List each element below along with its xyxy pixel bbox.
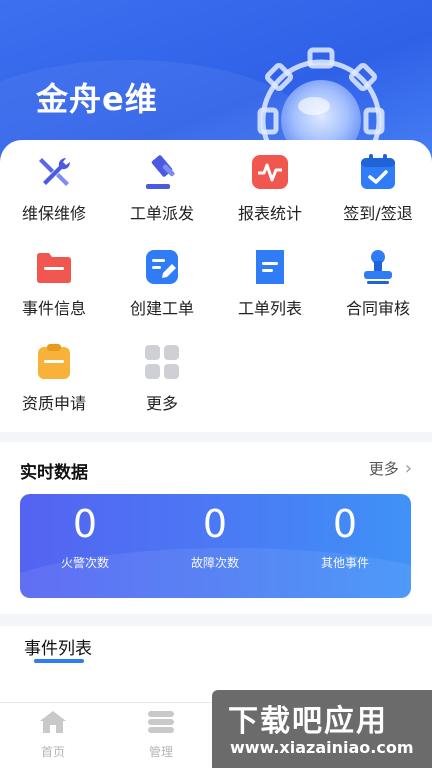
stat-caption: 其他事件 <box>320 556 369 570</box>
stat-other-events[interactable]: 0 其他事件 <box>280 494 410 571</box>
tab-home[interactable]: 首页 <box>18 709 88 760</box>
stat-value: 0 <box>72 502 98 546</box>
grid-item-qualification[interactable]: 资质申请 <box>0 340 108 435</box>
more-grid-icon <box>142 342 182 382</box>
home-icon <box>40 711 66 733</box>
stat-caption: 故障次数 <box>190 556 239 570</box>
function-grid-card: 维保维修 工单派发 报表统计 签到/签退 事件信息 创建工单 工单列表 合同审核… <box>0 140 432 432</box>
edit-doc-icon <box>142 247 182 287</box>
watermark-url: www.xiazainiao.com <box>230 738 414 757</box>
gavel-icon <box>142 152 182 192</box>
watermark-badge: 下载吧应用 www.xiazainiao.com <box>212 690 432 768</box>
grid-item-order-list[interactable]: 工单列表 <box>216 245 324 340</box>
stack-icon <box>148 711 174 733</box>
grid-item-more[interactable]: 更多 <box>108 340 216 435</box>
tab-label: 管理 <box>148 745 173 759</box>
grid-item-label: 维保维修 <box>21 204 86 223</box>
grid-item-contract-review[interactable]: 合同审核 <box>324 245 432 340</box>
grid-item-label: 签到/签退 <box>343 204 413 223</box>
more-link[interactable]: 更多 › <box>369 458 412 479</box>
stat-value: 0 <box>332 502 358 546</box>
tab-manage[interactable]: 管理 <box>126 709 196 760</box>
function-grid: 维保维修 工单派发 报表统计 签到/签退 事件信息 创建工单 工单列表 合同审核… <box>0 150 432 435</box>
grid-item-label: 合同审核 <box>345 299 410 318</box>
grid-item-label: 事件信息 <box>21 299 86 318</box>
chevron-right-icon: › <box>404 458 412 479</box>
grid-item-label: 更多 <box>145 394 178 413</box>
stat-fire-alarms[interactable]: 0 火警次数 <box>20 494 150 571</box>
stat-faults[interactable]: 0 故障次数 <box>150 494 280 571</box>
stamp-icon <box>358 247 398 287</box>
stat-value: 0 <box>202 502 228 546</box>
grid-item-checkin[interactable]: 签到/签退 <box>324 150 432 245</box>
app-title: 金舟e维 <box>36 80 158 118</box>
watermark-title: 下载吧应用 <box>228 704 388 739</box>
grid-item-label: 工单列表 <box>237 299 302 318</box>
more-label: 更多 <box>368 460 399 478</box>
tab-label: 首页 <box>40 745 65 759</box>
grid-item-create-order[interactable]: 创建工单 <box>108 245 216 340</box>
grid-item-label: 创建工单 <box>129 299 194 318</box>
pulse-chart-icon <box>250 152 290 192</box>
section-title: 实时数据 <box>20 463 88 483</box>
grid-item-label: 资质申请 <box>21 394 86 413</box>
tab-indicator <box>34 659 84 663</box>
calendar-check-icon <box>358 152 398 192</box>
grid-item-label: 工单派发 <box>129 204 194 223</box>
list-doc-icon <box>250 247 290 287</box>
tab-event-list[interactable]: 事件列表 <box>24 634 92 659</box>
realtime-data-card: 实时数据 更多 › 0 火警次数 0 故障次数 0 其他事件 <box>0 442 432 614</box>
stat-caption: 火警次数 <box>60 556 109 570</box>
grid-item-maintenance[interactable]: 维保维修 <box>0 150 108 245</box>
tools-icon <box>34 152 74 192</box>
grid-item-dispatch[interactable]: 工单派发 <box>108 150 216 245</box>
grid-item-report[interactable]: 报表统计 <box>216 150 324 245</box>
stats-panel: 0 火警次数 0 故障次数 0 其他事件 <box>20 494 411 598</box>
grid-item-event-info[interactable]: 事件信息 <box>0 245 108 340</box>
folder-icon <box>34 247 74 287</box>
clipboard-icon <box>34 342 74 382</box>
grid-item-label: 报表统计 <box>237 204 302 223</box>
